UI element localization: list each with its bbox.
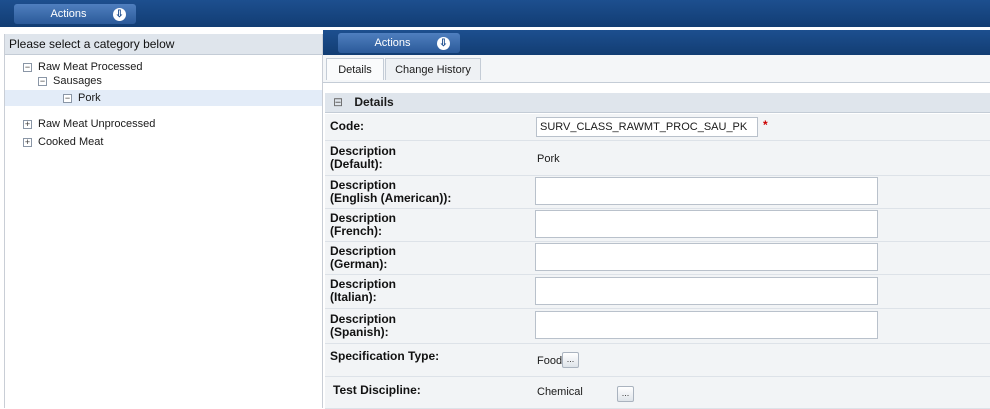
description-default-label: Description (Default): (330, 145, 396, 171)
field-description-english: Description (English (American)): (325, 176, 990, 209)
tree-node-label: Raw Meat Processed (38, 61, 143, 73)
collapse-section-icon[interactable]: ⊟ (333, 93, 345, 112)
description-german-label: Description (German): (330, 245, 396, 271)
field-description-italian: Description (Italian): (325, 275, 990, 309)
label-line: (Italian): (330, 290, 377, 304)
tree-node-cooked-meat[interactable]: + Cooked Meat (23, 134, 103, 150)
specification-type-value: Food (537, 355, 563, 367)
description-french-input[interactable] (535, 210, 878, 238)
field-test-discipline: Test Discipline: Chemical ... (325, 377, 990, 409)
details-section-header[interactable]: ⊟ Details (325, 93, 990, 113)
tree-node-label: Raw Meat Unprocessed (38, 118, 156, 130)
label-line: (Default): (330, 157, 383, 171)
expand-icon[interactable]: + (23, 119, 32, 129)
label-line: (Spanish): (330, 325, 389, 339)
code-label: Code: (330, 119, 364, 133)
tab-bar: Details Change History (323, 55, 990, 83)
actions-label: Actions (374, 37, 411, 49)
description-english-label: Description (English (American)): (330, 179, 451, 205)
collapse-icon[interactable]: − (63, 93, 72, 103)
tree-node-raw-meat-unprocessed[interactable]: + Raw Meat Unprocessed (23, 116, 155, 132)
description-french-label: Description (French): (330, 212, 396, 238)
details-toolbar: Actions ⇩ (323, 30, 990, 55)
test-discipline-value: Chemical (537, 386, 583, 398)
tree-node-label: Sausages (53, 75, 102, 87)
tree-node-pork[interactable]: − Pork (5, 90, 322, 106)
description-italian-label: Description (Italian): (330, 278, 396, 304)
collapse-icon[interactable]: − (23, 62, 32, 72)
description-english-input[interactable] (535, 177, 878, 205)
actions-label: Actions (50, 8, 87, 20)
actions-menu-button[interactable]: Actions ⇩ (14, 4, 136, 24)
label-line: (German): (330, 257, 388, 271)
field-code: Code: SURV_CLASS_RAWMT_PROC_SAU_PK * (325, 114, 990, 141)
collapse-icon[interactable]: − (38, 76, 47, 86)
tree-node-sausages[interactable]: − Sausages (38, 73, 102, 89)
tab-details[interactable]: Details (326, 58, 384, 80)
field-description-french: Description (French): (325, 209, 990, 242)
test-discipline-lookup-button[interactable]: ... (617, 386, 634, 402)
description-spanish-label: Description (Spanish): (330, 313, 396, 339)
description-spanish-input[interactable] (535, 311, 878, 339)
field-description-german: Description (German): (325, 242, 990, 275)
description-default-value: Pork (537, 153, 560, 165)
top-toolbar: Actions ⇩ (0, 0, 990, 27)
expand-icon[interactable]: + (23, 137, 32, 147)
label-line: (French): (330, 224, 382, 238)
required-marker: * (763, 118, 768, 132)
tree-node-label: Cooked Meat (38, 136, 104, 148)
field-specification-type: Specification Type: Food ... (325, 344, 990, 377)
download-icon: ⇩ (113, 7, 126, 21)
tree-node-label: Pork (78, 92, 101, 104)
details-actions-button[interactable]: Actions ⇩ (338, 33, 460, 53)
description-german-input[interactable] (535, 243, 878, 271)
test-discipline-label: Test Discipline: (333, 383, 421, 397)
field-description-spanish: Description (Spanish): (325, 309, 990, 344)
description-italian-input[interactable] (535, 277, 878, 305)
label-line: (English (American)): (330, 191, 452, 205)
tab-change-history[interactable]: Change History (385, 58, 481, 80)
specification-type-lookup-button[interactable]: ... (562, 352, 579, 368)
specification-type-label: Specification Type: (330, 349, 440, 363)
section-title: Details (354, 95, 394, 109)
field-description-default: Description (Default): Pork (325, 141, 990, 176)
category-panel-header: Please select a category below (5, 34, 322, 55)
download-icon: ⇩ (437, 36, 450, 50)
category-tree-panel: Please select a category below − Raw Mea… (4, 34, 323, 408)
code-input[interactable]: SURV_CLASS_RAWMT_PROC_SAU_PK (536, 117, 758, 137)
